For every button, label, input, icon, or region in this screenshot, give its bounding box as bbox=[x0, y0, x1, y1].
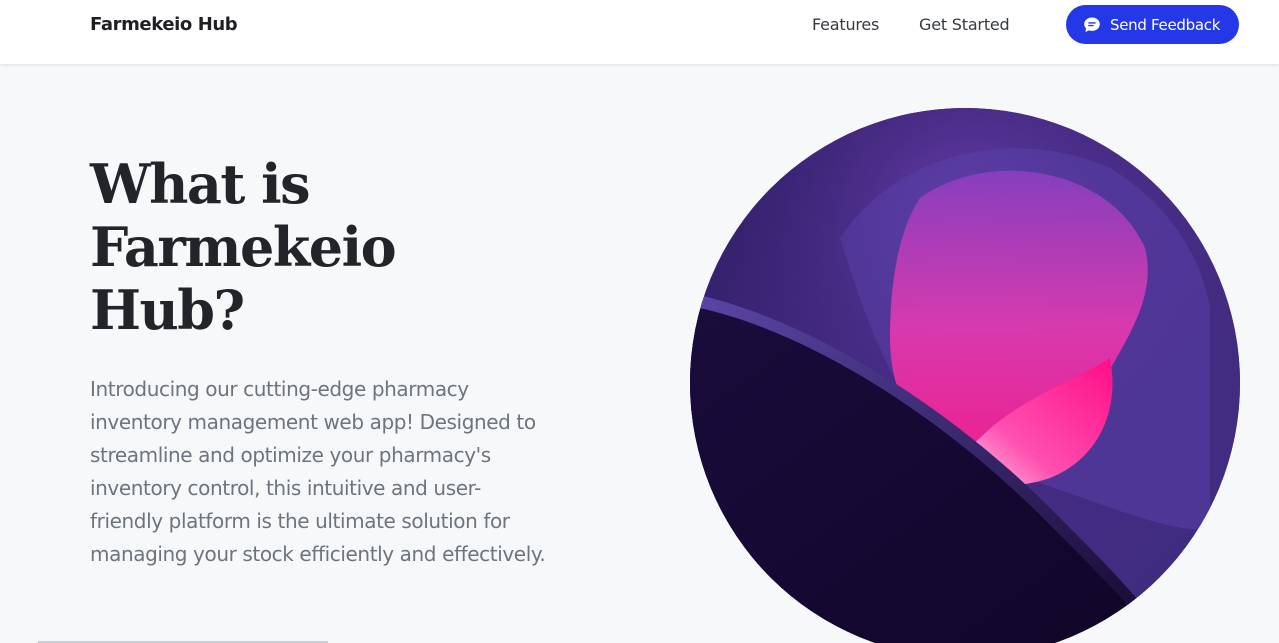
send-feedback-button[interactable]: Send Feedback bbox=[1066, 5, 1239, 44]
chat-bubble-icon bbox=[1083, 16, 1101, 34]
send-feedback-label: Send Feedback bbox=[1110, 15, 1221, 34]
brand-link[interactable]: Farmekeio Hub bbox=[90, 13, 238, 37]
hero-image bbox=[690, 108, 1240, 643]
abstract-gradient-artwork bbox=[690, 108, 1240, 643]
hero-description: Introducing our cutting-edge pharmacy in… bbox=[90, 377, 546, 566]
nav-link-features[interactable]: Features bbox=[812, 14, 879, 36]
hero-title: What is Farmekeio Hub? bbox=[90, 152, 397, 342]
nav-link-get-started[interactable]: Get Started bbox=[919, 14, 1010, 36]
navbar: Farmekeio Hub Features Get Started Send … bbox=[0, 0, 1279, 64]
